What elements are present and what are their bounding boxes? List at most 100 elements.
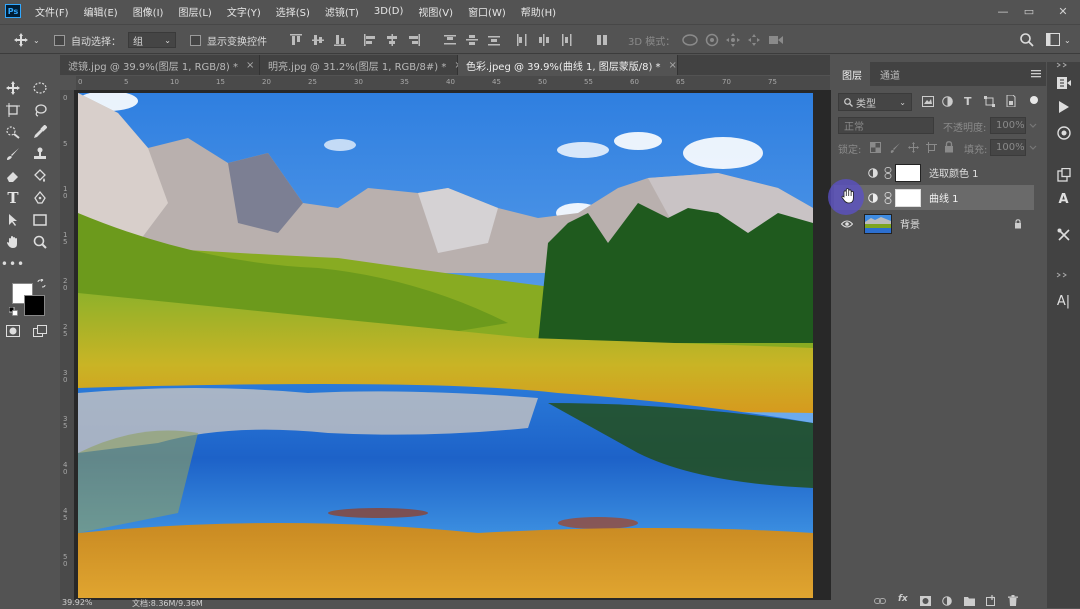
new-layer-icon[interactable] — [986, 595, 996, 606]
close-icon[interactable]: × — [246, 60, 254, 71]
menu-help[interactable]: 帮助(H) — [521, 4, 556, 19]
quick-mask-button[interactable] — [2, 320, 24, 342]
paragraph-panel-button[interactable]: A| — [1047, 290, 1080, 312]
menu-filter[interactable]: 滤镜(T) — [325, 4, 359, 19]
zoom-tool-button[interactable] — [29, 231, 51, 253]
auto-select-checkbox[interactable] — [54, 34, 65, 46]
3d-slide-icon[interactable] — [747, 33, 761, 47]
distribute-top-icon[interactable] — [444, 34, 456, 46]
filter-shape-icon[interactable] — [984, 96, 995, 107]
background-color-swatch[interactable] — [24, 295, 45, 316]
lock-artboard-icon[interactable] — [926, 142, 937, 153]
adjustments-panel-button[interactable] — [1047, 122, 1080, 144]
auto-select-option[interactable]: 自动选择： — [54, 32, 121, 48]
fill-input[interactable]: 100% — [990, 139, 1026, 156]
minimize-button[interactable]: — — [990, 0, 1016, 22]
eyedropper-tool-button[interactable] — [29, 121, 51, 143]
add-mask-icon[interactable] — [920, 596, 931, 606]
lasso-tool-button[interactable] — [29, 99, 51, 121]
layer-name[interactable]: 选取颜色 1 — [929, 165, 979, 180]
search-icon[interactable] — [1020, 33, 1034, 47]
new-adjustment-icon[interactable] — [942, 596, 952, 606]
auto-select-dropdown[interactable]: 组 ⌄ — [128, 32, 176, 48]
stamp-tool-button[interactable] — [29, 143, 51, 165]
maximize-button[interactable]: ▭ — [1016, 0, 1042, 22]
pen-tool-button[interactable] — [29, 187, 51, 209]
panel-menu-icon[interactable] — [1031, 70, 1041, 78]
menu-image[interactable]: 图像(I) — [133, 4, 164, 19]
lock-image-icon[interactable] — [890, 142, 901, 153]
show-transform-option[interactable]: 显示变换控件 — [190, 32, 267, 48]
actions-panel-button[interactable] — [1047, 96, 1080, 118]
align-vcenter-icon[interactable] — [312, 34, 324, 46]
3d-roll-icon[interactable] — [705, 33, 719, 47]
layer-row-curves[interactable]: 曲线 1 — [828, 179, 1034, 215]
swap-colors-icon[interactable] — [37, 279, 46, 288]
distribute-vcenter-icon[interactable] — [466, 34, 478, 46]
tab-mingliang[interactable]: 明亮.jpg @ 31.2%(图层 1, RGB/8#) * × — [260, 55, 463, 75]
visibility-toggle[interactable] — [834, 211, 860, 236]
3d-orbit-icon[interactable] — [682, 33, 698, 47]
properties-panel-button[interactable] — [1047, 164, 1080, 186]
path-selection-tool-button[interactable] — [2, 209, 24, 231]
3d-scale-icon[interactable] — [768, 33, 784, 47]
more-tools-button[interactable]: ••• — [1, 253, 24, 275]
layer-name[interactable]: 曲线 1 — [929, 190, 959, 205]
align-bottom-icon[interactable] — [334, 34, 346, 46]
close-icon[interactable]: × — [669, 60, 677, 71]
hand-tool-button[interactable] — [2, 231, 24, 253]
tab-channels[interactable]: 通道 — [872, 62, 908, 86]
zoom-level[interactable]: 39.92% — [62, 598, 93, 607]
tab-secai[interactable]: 色彩.jpeg @ 39.9%(曲线 1, 图层蒙版/8) * × — [458, 55, 678, 75]
menu-file[interactable]: 文件(F) — [35, 4, 69, 19]
workspace-chevron-icon[interactable]: ⌄ — [1064, 32, 1071, 48]
collapse-dock-icon[interactable] — [1055, 272, 1071, 278]
menu-select[interactable]: 选择(S) — [276, 4, 310, 19]
layer-row-background[interactable]: 背景 — [834, 211, 1034, 236]
history-panel-button[interactable] — [1047, 72, 1080, 94]
tool-preset-chevron-icon[interactable]: ⌄ — [33, 32, 40, 48]
menu-3d[interactable]: 3D(D) — [374, 6, 404, 17]
filter-toggle-icon[interactable] — [1030, 96, 1038, 104]
align-left-icon[interactable] — [364, 34, 376, 46]
3d-pan-icon[interactable] — [726, 33, 740, 47]
opacity-input[interactable]: 100% — [990, 117, 1026, 134]
fx-icon[interactable]: fx — [898, 594, 908, 604]
menu-layer[interactable]: 图层(L) — [178, 4, 211, 19]
tab-lvjing[interactable]: 滤镜.jpg @ 39.9%(图层 1, RGB/8) * × — [60, 55, 260, 75]
workspace-icon[interactable] — [1046, 33, 1060, 46]
delete-layer-icon[interactable] — [1008, 595, 1018, 606]
quick-selection-tool-button[interactable] — [2, 121, 24, 143]
menu-view[interactable]: 视图(V) — [418, 4, 453, 19]
show-transform-checkbox[interactable] — [190, 34, 201, 46]
filter-adjustment-icon[interactable] — [942, 96, 953, 107]
tab-layers[interactable]: 图层 — [834, 62, 870, 86]
align-top-icon[interactable] — [290, 34, 302, 46]
tools-preset-button[interactable] — [1047, 224, 1080, 246]
document-image[interactable] — [78, 93, 813, 598]
layer-thumbnail[interactable] — [864, 213, 892, 234]
chain-link-icon[interactable] — [884, 191, 892, 204]
eraser-tool-button[interactable] — [2, 165, 24, 187]
character-panel-button[interactable]: A — [1047, 188, 1080, 210]
menu-window[interactable]: 窗口(W) — [468, 4, 506, 19]
opacity-chevron-icon[interactable] — [1029, 121, 1037, 129]
chain-link-icon[interactable] — [884, 166, 892, 179]
align-right-icon[interactable] — [408, 34, 420, 46]
auto-align-icon[interactable] — [596, 34, 608, 46]
blend-mode-dropdown[interactable]: 正常 — [838, 117, 934, 134]
fill-chevron-icon[interactable] — [1029, 143, 1037, 151]
layer-mask-thumbnail[interactable] — [895, 188, 921, 207]
lock-all-icon[interactable] — [944, 141, 954, 153]
layer-name[interactable]: 背景 — [900, 216, 920, 231]
menu-type[interactable]: 文字(Y) — [227, 4, 261, 19]
filter-pixel-icon[interactable] — [922, 96, 934, 107]
layer-mask-thumbnail[interactable] — [895, 163, 921, 182]
move-tool-button[interactable] — [2, 77, 24, 99]
type-tool-button[interactable]: T — [2, 187, 24, 209]
distribute-bottom-icon[interactable] — [488, 34, 500, 46]
collapse-dock-icon[interactable] — [1055, 62, 1071, 68]
visibility-toggle-empty[interactable] — [828, 179, 864, 215]
marquee-tool-button[interactable] — [29, 77, 51, 99]
default-colors-icon[interactable] — [9, 307, 18, 316]
